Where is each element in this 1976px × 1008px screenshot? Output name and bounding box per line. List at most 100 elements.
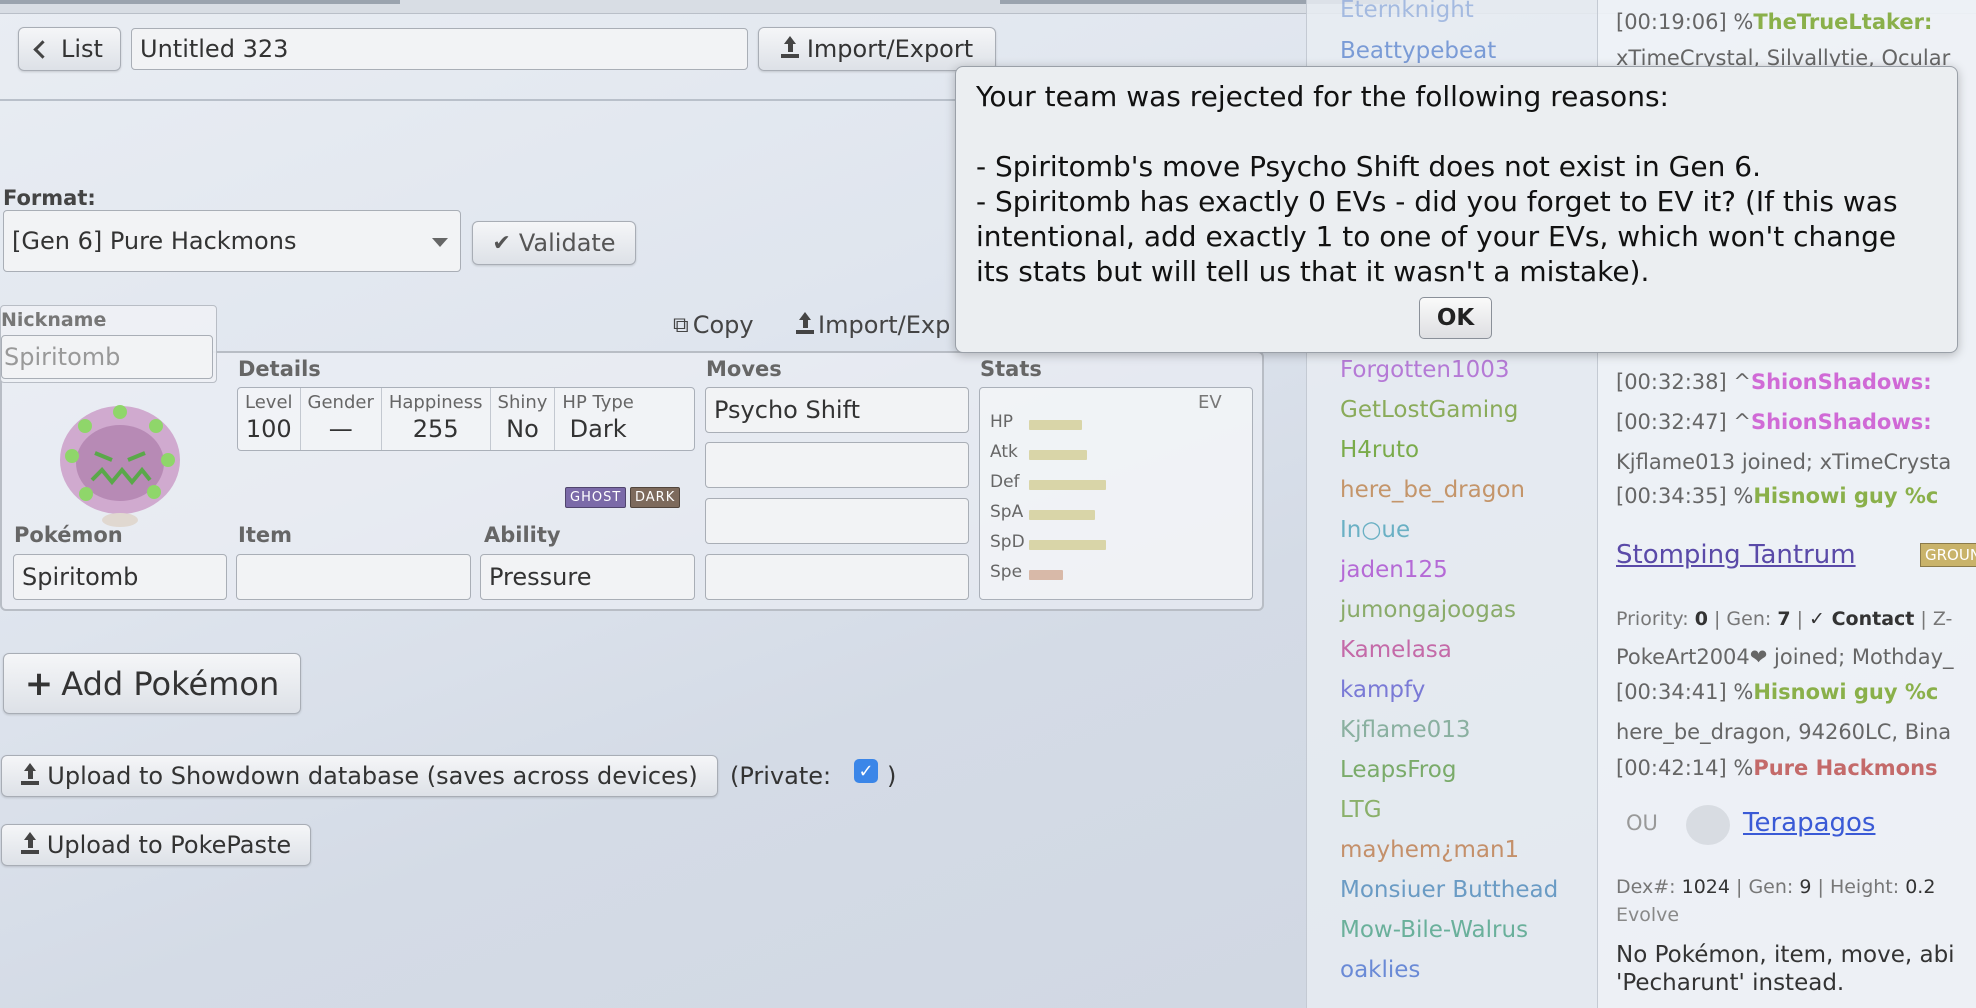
user-list-item[interactable]: jumongajoogas bbox=[1340, 597, 1516, 623]
stat-label: Spe bbox=[990, 562, 1023, 582]
move-link[interactable]: Stomping Tantrum bbox=[1616, 540, 1856, 570]
notfound-text: No Pokémon, item, move, abi bbox=[1616, 942, 1955, 968]
validate-button[interactable]: ✔ Validate bbox=[472, 221, 636, 265]
list-button[interactable]: List bbox=[18, 27, 121, 71]
upload-icon bbox=[21, 763, 40, 785]
chat-timestamp: [00:42:14] % bbox=[1616, 756, 1754, 780]
move-4-input[interactable] bbox=[705, 554, 969, 600]
chat-username[interactable]: ShionShadows: bbox=[1751, 410, 1932, 434]
user-list-item[interactable]: In○ue bbox=[1340, 517, 1410, 543]
user-list-item[interactable]: H4ruto bbox=[1340, 437, 1419, 463]
details-box[interactable]: Level 100 Gender — Happiness 255 Shiny No HP… bbox=[237, 387, 695, 451]
chat-username[interactable]: Hisnowi guy %c bbox=[1753, 484, 1938, 508]
user-list-item[interactable]: jaden125 bbox=[1340, 557, 1448, 583]
chat-line: [00:32:47] ^ShionShadows: bbox=[1616, 410, 1932, 434]
user-list-item[interactable]: GetLostGaming bbox=[1340, 397, 1518, 423]
private-close: ) bbox=[887, 762, 897, 790]
chat-line: [00:42:14] %Pure Hackmons bbox=[1616, 756, 1938, 780]
user-list-item[interactable]: Mow-Bile-Walrus bbox=[1340, 917, 1528, 943]
species-input[interactable]: Spiritomb bbox=[13, 554, 227, 600]
user-list-item-partial[interactable]: Eternknight bbox=[1340, 0, 1474, 23]
dialog-message: Your team was rejected for the following… bbox=[976, 80, 1898, 288]
ability-label: Ability bbox=[484, 523, 561, 547]
stat-bar bbox=[1029, 570, 1063, 580]
upload-icon bbox=[796, 312, 814, 334]
pokemon-link[interactable]: Terapagos bbox=[1743, 808, 1875, 838]
rejection-dialog: Your team was rejected for the following… bbox=[955, 66, 1958, 353]
chat-timestamp: [00:32:47] ^ bbox=[1616, 410, 1751, 434]
level-cell: Level 100 bbox=[238, 388, 301, 450]
user-list-item[interactable]: Monsiuer Butthead bbox=[1340, 877, 1558, 903]
user-list-item[interactable]: LTG bbox=[1340, 797, 1382, 823]
type-badge-dark: DARK bbox=[630, 487, 681, 508]
ability-input[interactable]: Pressure bbox=[480, 554, 695, 600]
chat-username[interactable]: Pure Hackmons bbox=[1753, 756, 1937, 780]
user-list-item[interactable]: oaklies bbox=[1340, 957, 1420, 983]
user-list-item[interactable]: Beattypebeat bbox=[1340, 38, 1496, 64]
chat-timestamp: [00:19:06] % bbox=[1616, 10, 1754, 34]
stat-bar bbox=[1029, 540, 1106, 550]
upload-icon bbox=[780, 36, 799, 58]
stat-bar bbox=[1029, 480, 1106, 490]
user-list-item[interactable]: mayhem¿man1 bbox=[1340, 837, 1519, 863]
ok-button[interactable]: OK bbox=[1419, 297, 1492, 339]
item-input[interactable] bbox=[236, 554, 471, 600]
chat-line: [00:32:38] ^ShionShadows: bbox=[1616, 370, 1932, 394]
set-import-export-button[interactable]: Import/Exp bbox=[796, 311, 950, 339]
chat-timestamp: [00:34:41] % bbox=[1616, 680, 1754, 704]
stat-label: SpA bbox=[990, 502, 1024, 522]
user-list-item[interactable]: LeapsFrog bbox=[1340, 757, 1456, 783]
check-icon: ✓ bbox=[858, 760, 874, 782]
stats-label: Stats bbox=[980, 357, 1042, 381]
upload-pokepaste-button[interactable]: Upload to PokePaste bbox=[1, 824, 311, 866]
hptype-cell: HP Type Dark bbox=[562, 392, 634, 443]
chat-line: here_be_dragon, 94260LC, Bina bbox=[1616, 720, 1952, 744]
pokemon-info: Dex#: 1024 | Gen: 9 | Height: 0.2 bbox=[1616, 876, 1936, 898]
private-label: (Private: bbox=[730, 762, 832, 790]
chat-username[interactable]: TheTrueLtaker: bbox=[1753, 10, 1932, 34]
pokemon-sprite bbox=[60, 405, 180, 527]
happiness-cell: Happiness 255 bbox=[382, 388, 491, 450]
user-list-item[interactable]: here_be_dragon bbox=[1340, 477, 1525, 503]
stat-bar bbox=[1029, 510, 1095, 520]
copy-button[interactable]: ⧉ Copy bbox=[673, 311, 754, 339]
move-info: Priority: 0 | Gen: 7 | ✓ Contact | Z- bbox=[1616, 608, 1953, 630]
stat-bar bbox=[1029, 420, 1082, 430]
private-checkbox[interactable]: ✓ bbox=[854, 759, 878, 783]
user-list-item[interactable]: Forgotten1003 bbox=[1340, 357, 1510, 383]
moves-label: Moves bbox=[706, 357, 782, 381]
stats-box[interactable]: EV HP Atk Def SpA SpD Spe bbox=[979, 387, 1253, 600]
chevron-left-icon bbox=[33, 39, 52, 59]
type-badge-ground: GROUND bbox=[1920, 543, 1976, 567]
chat-username[interactable]: ShionShadows: bbox=[1751, 370, 1932, 394]
item-label: Item bbox=[238, 523, 292, 547]
chat-line: [00:34:35] %Hisnowi guy %c bbox=[1616, 484, 1938, 508]
chevron-down-icon bbox=[432, 238, 448, 247]
shiny-cell: Shiny No bbox=[491, 388, 556, 450]
format-select[interactable]: [Gen 6] Pure Hackmons bbox=[3, 210, 461, 272]
tier-label: OU bbox=[1626, 811, 1658, 835]
user-list-item[interactable]: Kamelasa bbox=[1340, 637, 1452, 663]
type-badge-ghost: GHOST bbox=[565, 487, 627, 508]
move-2-input[interactable] bbox=[705, 442, 969, 488]
upload-showdown-button[interactable]: Upload to Showdown database (saves acros… bbox=[1, 755, 718, 797]
nickname-input[interactable]: Spiritomb bbox=[1, 335, 213, 379]
stat-label: SpD bbox=[990, 532, 1025, 552]
move-3-input[interactable] bbox=[705, 498, 969, 544]
chat-line: [00:34:41] %Hisnowi guy %c bbox=[1616, 680, 1938, 704]
team-name-input[interactable]: Untitled 323 bbox=[131, 28, 748, 70]
chat-username[interactable]: Hisnowi guy %c bbox=[1753, 680, 1938, 704]
move-1-input[interactable]: Psycho Shift bbox=[705, 387, 969, 433]
import-export-button[interactable]: Import/Export bbox=[758, 27, 996, 71]
plus-icon: + bbox=[24, 663, 54, 704]
user-list-item[interactable]: Kjflame013 bbox=[1340, 717, 1471, 743]
chat-line: Kjflame013 joined; xTimeCrysta bbox=[1616, 450, 1952, 474]
user-list-item[interactable]: kampfy bbox=[1340, 677, 1425, 703]
format-label: Format: bbox=[3, 186, 96, 210]
pokemon-icon bbox=[1686, 805, 1730, 845]
copy-icon: ⧉ bbox=[673, 312, 689, 338]
evolve-label: Evolve bbox=[1616, 904, 1680, 926]
species-label: Pokémon bbox=[14, 523, 123, 547]
chat-line: [00:19:06] %TheTrueLtaker: bbox=[1616, 10, 1932, 34]
add-pokemon-button[interactable]: + Add Pokémon bbox=[3, 653, 301, 714]
